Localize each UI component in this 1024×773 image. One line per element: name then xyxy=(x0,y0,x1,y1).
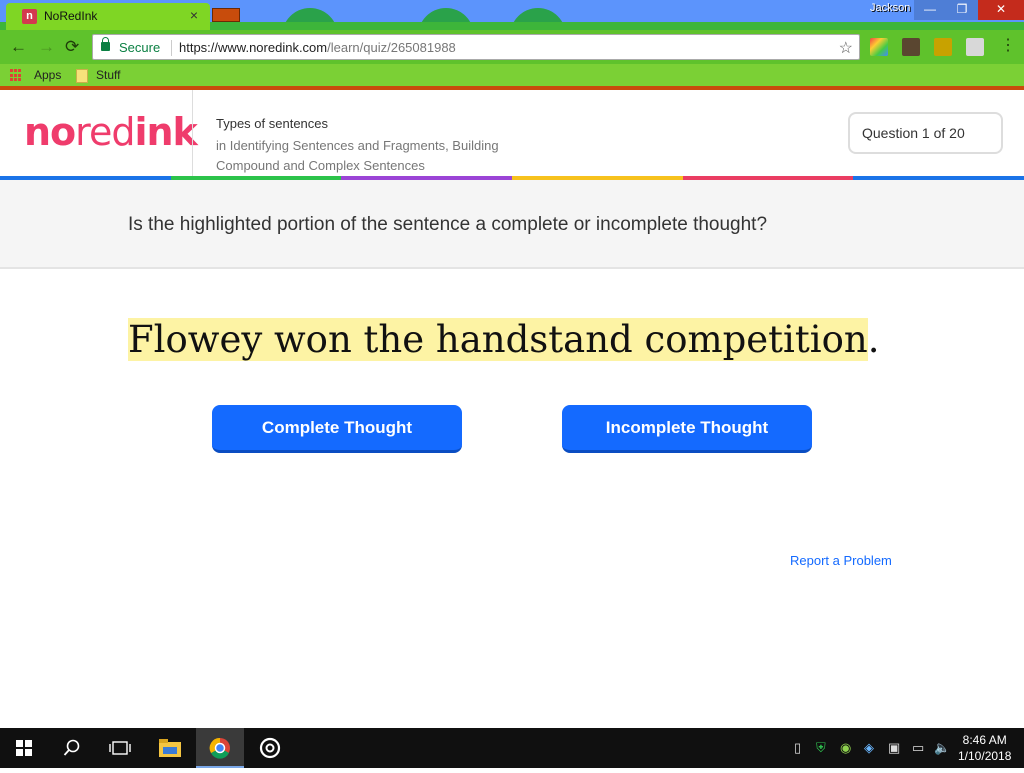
window-controls: — ❐ ✕ xyxy=(914,0,1024,20)
network-icon[interactable]: ▭ xyxy=(912,740,924,756)
defender-shield-icon[interactable]: ⛨ xyxy=(816,740,826,756)
browser-tab[interactable]: n NoRedInk × xyxy=(6,3,210,30)
sync-icon[interactable]: ◉ xyxy=(840,740,851,756)
bookmark-stuff[interactable]: Stuff xyxy=(96,68,120,82)
address-bar[interactable]: Secure https://www.noredink.com/learn/qu… xyxy=(92,34,860,60)
divider xyxy=(192,90,193,176)
report-problem-link[interactable]: Report a Problem xyxy=(790,553,892,568)
complete-thought-button[interactable]: Complete Thought xyxy=(212,405,462,453)
noredink-logo[interactable]: noredink xyxy=(24,110,198,154)
lock-icon xyxy=(101,37,110,51)
forward-icon[interactable]: → xyxy=(38,37,55,57)
bookmarks-bar: Apps Stuff xyxy=(0,64,1024,90)
windows-taskbar: ▯ ⛨ ◉ ◈ ▣ ▭ 🔈 8:46 AM 1/10/2018 xyxy=(0,728,1024,768)
minimize-button[interactable]: — xyxy=(914,0,946,20)
chrome-menu-icon[interactable]: ⋮ xyxy=(1000,38,1016,54)
extension-avatar-icon[interactable] xyxy=(934,38,952,56)
brick-decoration xyxy=(212,8,240,22)
usb-icon[interactable]: ▯ xyxy=(794,740,801,756)
folder-icon xyxy=(76,69,88,83)
tab-close-icon[interactable]: × xyxy=(190,7,198,23)
url-text[interactable]: https://www.noredink.com/learn/quiz/2650… xyxy=(179,40,456,55)
reload-icon[interactable]: ⟳ xyxy=(65,37,79,57)
profile-name[interactable]: Jackson xyxy=(870,2,910,14)
url-path: /learn/quiz/265081988 xyxy=(327,40,456,55)
share-icon[interactable]: ◈ xyxy=(864,740,874,756)
bookmark-apps[interactable]: Apps xyxy=(34,68,61,82)
windows-start-icon[interactable] xyxy=(0,728,48,768)
chrome-icon[interactable] xyxy=(196,728,244,768)
bookmark-star-icon[interactable]: ☆ xyxy=(839,38,853,58)
browser-toolbar: ← → ⟳ Secure https://www.noredink.com/le… xyxy=(0,30,1024,64)
clock-time: 8:46 AM xyxy=(962,733,1007,747)
close-window-button[interactable]: ✕ xyxy=(978,0,1024,20)
volume-icon[interactable]: 🔈 xyxy=(934,740,950,756)
incomplete-thought-button[interactable]: Incomplete Thought xyxy=(562,405,812,453)
extension-avatar-icon[interactable] xyxy=(966,38,984,56)
question-prompt: Is the highlighted portion of the senten… xyxy=(128,214,768,235)
system-clock[interactable]: 8:46 AM 1/10/2018 xyxy=(958,732,1011,764)
browser-titlebar: n NoRedInk × Jackson — ❐ ✕ xyxy=(0,0,1024,30)
secure-label: Secure xyxy=(119,40,161,55)
maximize-button[interactable]: ❐ xyxy=(946,0,978,20)
clock-date: 1/10/2018 xyxy=(958,749,1012,763)
topic-subtitle: in Identifying Sentences and Fragments, … xyxy=(216,138,499,173)
question-counter: Question 1 of 20 xyxy=(848,112,1003,154)
site-header: noredink Types of sentences in Identifyi… xyxy=(0,90,1024,176)
tab-title: NoRedInk xyxy=(44,9,98,23)
divider xyxy=(171,40,172,56)
groove-icon[interactable] xyxy=(246,728,294,768)
extension-avatar-icon[interactable] xyxy=(902,38,920,56)
search-icon[interactable] xyxy=(48,728,96,768)
url-host: https://www.noredink.com xyxy=(179,40,328,55)
back-icon[interactable]: ← xyxy=(10,37,27,57)
noredink-favicon-icon: n xyxy=(22,9,37,24)
extension-rainbow-icon[interactable] xyxy=(870,38,888,56)
quiz-sentence: Flowey won the handstand competition. xyxy=(128,318,879,361)
file-explorer-icon[interactable] xyxy=(146,728,194,768)
apps-icon[interactable] xyxy=(10,69,23,82)
sentence-tail: . xyxy=(867,318,880,361)
task-view-icon[interactable] xyxy=(96,728,144,768)
highlighted-portion: Flowey won the handstand competition xyxy=(128,318,868,361)
question-prompt-band: Is the highlighted portion of the senten… xyxy=(0,180,1024,269)
topic-title: Types of sentences xyxy=(216,116,329,131)
people-icon[interactable]: ▣ xyxy=(888,740,900,756)
